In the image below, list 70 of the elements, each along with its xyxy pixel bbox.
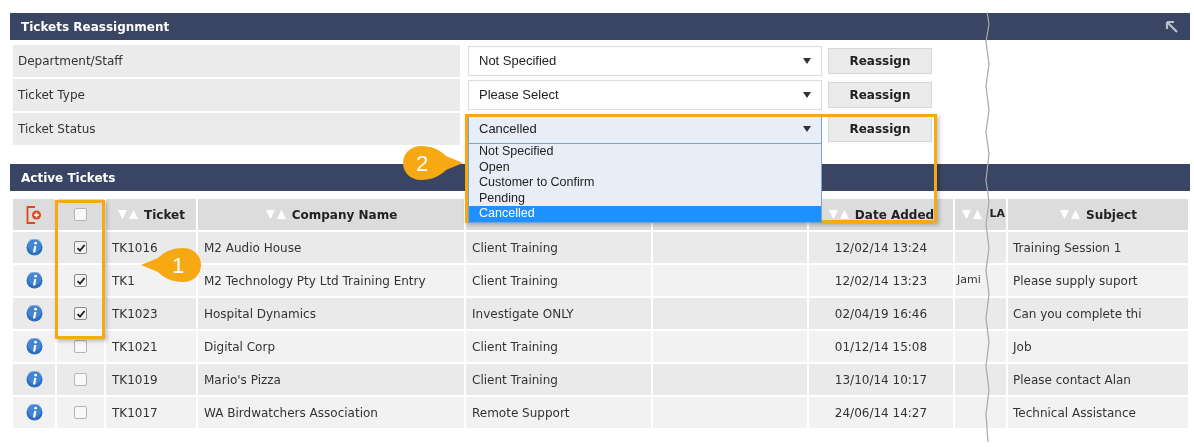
reassign-button[interactable]: Reassign [828,48,932,74]
callout: 2 [402,144,464,182]
table-cell: Please supply suport [1008,265,1188,296]
table-cell: 12/02/14 13:24 [809,232,953,263]
table-cell: 24/06/14 14:27 [809,397,953,428]
field-label: Ticket Type [13,79,460,111]
table-cell: 01/12/14 15:08 [809,331,953,362]
table-cell [955,331,1006,362]
checkbox[interactable] [74,241,87,254]
column-header[interactable]: Subject [1008,199,1188,230]
checkbox[interactable] [74,274,87,287]
table-cell: Client Training [466,232,651,263]
table-cell [955,298,1006,329]
table-cell: Job [1008,331,1188,362]
table-cell: TK1021 [106,331,196,362]
checkbox[interactable] [74,340,87,353]
info-icon[interactable] [25,305,43,322]
reassign-button[interactable]: Reassign [828,82,932,108]
info-icon[interactable] [25,404,43,421]
column-header[interactable]: Company Name [198,199,464,230]
info-icon[interactable] [25,338,43,355]
table-cell: WA Birdwatchers Association [198,397,464,428]
table-cell: 12/02/14 13:23 [809,265,953,296]
info-icon[interactable] [25,272,43,289]
table-cell: 13/10/14 10:17 [809,364,953,395]
table-cell [955,397,1006,428]
checkbox[interactable] [74,406,87,419]
table-cell: Can you complete thi [1008,298,1188,329]
info-icon[interactable] [25,239,43,256]
dropdown-option[interactable]: Customer to Confirm [469,175,821,191]
table-cell: Investigate ONLY [466,298,651,329]
panel-title: Tickets Reassignment [21,18,170,36]
table-cell: TK1017 [106,397,196,428]
panel-title: Active Tickets [21,169,116,187]
select-field[interactable]: Not Specified [468,46,822,76]
table-cell: Client Training [466,364,651,395]
table-cell: Jami [955,265,1006,296]
add-document-icon[interactable] [26,205,42,224]
table-cell: Mario's Pizza [198,364,464,395]
table-cell: TK1019 [106,364,196,395]
column-header[interactable]: LA [955,199,1006,230]
column-header[interactable]: Ticket [106,199,196,230]
dropdown-option[interactable]: Open [469,159,821,175]
table-cell: M2 Technology Pty Ltd Training Entry [198,265,464,296]
checkbox[interactable] [74,373,87,386]
table-cell: Digital Corp [198,331,464,362]
select-field[interactable]: Please Select [468,80,822,110]
checkbox[interactable] [74,307,87,320]
reassign-button[interactable]: Reassign [828,116,932,142]
table-cell: Client Training [466,265,651,296]
table-cell: M2 Audio House [198,232,464,263]
table-cell [955,232,1006,263]
table-cell: TK1023 [106,298,196,329]
table-cell: Technical Assistance [1008,397,1188,428]
caret-icon [803,92,811,98]
table-cell: Please contact Alan [1008,364,1188,395]
table-cell: Training Session 1 [1008,232,1188,263]
field-label: Department/Staff [13,45,460,77]
dropdown-option[interactable]: Not Specified [469,144,821,160]
table-cell [955,364,1006,395]
table-cell: Hospital Dynamics [198,298,464,329]
checkbox[interactable] [74,208,87,221]
field-label: Ticket Status [13,113,460,145]
table-cell: Remote Support [466,397,651,428]
table-cell: 02/04/19 16:46 [809,298,953,329]
caret-icon [803,58,811,64]
info-icon[interactable] [25,371,43,388]
caret-icon [803,126,811,132]
table-cell: Client Training [466,331,651,362]
collapse-icon[interactable] [1165,19,1179,34]
